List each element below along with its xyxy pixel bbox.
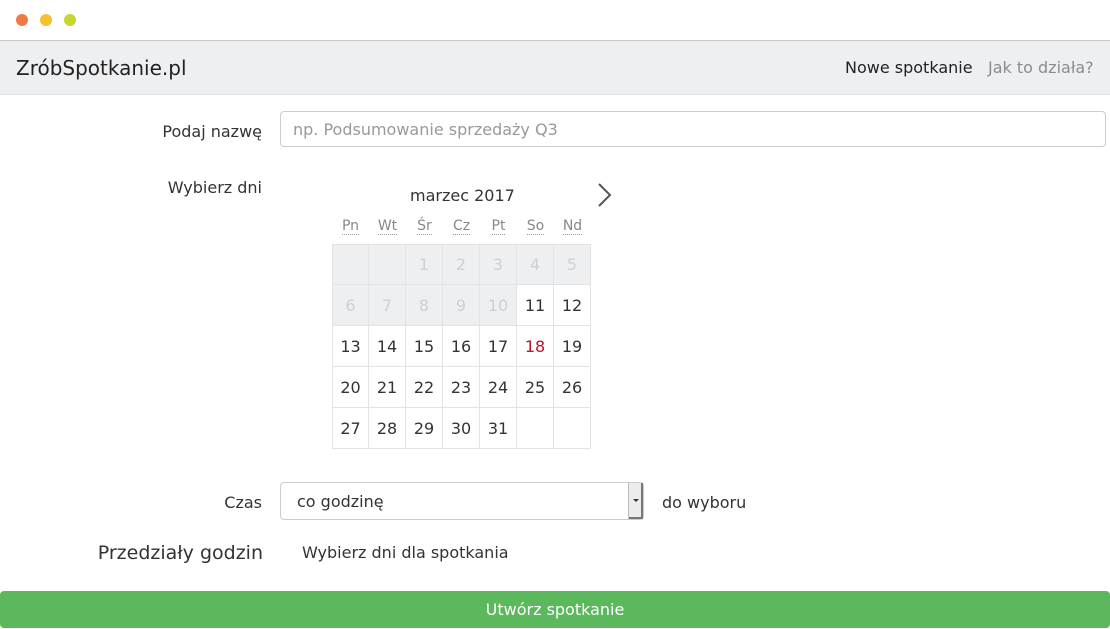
nav-new-meeting[interactable]: Nowe spotkanie bbox=[845, 58, 973, 77]
calendar-day[interactable]: 18 bbox=[517, 326, 554, 367]
calendar-empty-cell bbox=[517, 408, 554, 449]
time-suffix: do wyboru bbox=[662, 493, 747, 512]
maximize-window-icon[interactable] bbox=[64, 14, 76, 26]
calendar-day[interactable]: 20 bbox=[332, 367, 369, 408]
calendar-day[interactable]: 19 bbox=[554, 326, 591, 367]
time-label: Czas bbox=[224, 493, 262, 512]
calendar-day[interactable]: 25 bbox=[517, 367, 554, 408]
caret-down-icon[interactable] bbox=[628, 483, 643, 519]
calendar-day[interactable]: 11 bbox=[517, 285, 554, 326]
weekday-header: Pt bbox=[491, 218, 506, 235]
calendar-day[interactable]: 26 bbox=[554, 367, 591, 408]
calendar-day[interactable]: 15 bbox=[406, 326, 443, 367]
weekday-header: Pn bbox=[341, 218, 360, 235]
calendar-day[interactable]: 23 bbox=[443, 367, 480, 408]
calendar-month-label: marzec 2017 bbox=[410, 186, 515, 205]
minimize-window-icon[interactable] bbox=[40, 14, 52, 26]
nav-how-it-works[interactable]: Jak to działa? bbox=[988, 58, 1094, 77]
calendar-day[interactable]: 13 bbox=[332, 326, 369, 367]
navbar: ZróbSpotkanie.pl Nowe spotkanie Jak to d… bbox=[0, 41, 1110, 95]
time-select-value: co godzinę bbox=[297, 492, 384, 511]
calendar-day[interactable]: 30 bbox=[443, 408, 480, 449]
calendar-day[interactable]: 17 bbox=[480, 326, 517, 367]
calendar-day[interactable]: 16 bbox=[443, 326, 480, 367]
chevron-right-icon[interactable] bbox=[594, 182, 616, 208]
time-select[interactable]: co godzinę bbox=[280, 482, 644, 520]
calendar-day: 4 bbox=[517, 244, 554, 285]
weekday-header: Śr bbox=[417, 218, 432, 235]
create-meeting-button[interactable]: Utwórz spotkanie bbox=[0, 591, 1110, 628]
calendar-day[interactable]: 14 bbox=[369, 326, 406, 367]
calendar-day[interactable]: 24 bbox=[480, 367, 517, 408]
calendar-day[interactable]: 27 bbox=[332, 408, 369, 449]
calendar-day[interactable]: 21 bbox=[369, 367, 406, 408]
brand-link[interactable]: ZróbSpotkanie.pl bbox=[16, 56, 187, 80]
calendar-day: 6 bbox=[332, 285, 369, 326]
window-titlebar bbox=[0, 0, 1110, 41]
weekday-header: Cz bbox=[452, 218, 471, 235]
days-label: Wybierz dni bbox=[167, 178, 262, 197]
close-window-icon[interactable] bbox=[16, 14, 28, 26]
calendar-day[interactable]: 29 bbox=[406, 408, 443, 449]
name-label: Podaj nazwę bbox=[162, 122, 262, 141]
calendar-day: 5 bbox=[554, 244, 591, 285]
calendar-day: 3 bbox=[480, 244, 517, 285]
meeting-name-input[interactable] bbox=[280, 111, 1106, 147]
calendar-day[interactable]: 22 bbox=[406, 367, 443, 408]
calendar-day: 7 bbox=[369, 285, 406, 326]
calendar-empty-cell bbox=[369, 244, 406, 285]
calendar-day[interactable]: 31 bbox=[480, 408, 517, 449]
calendar-empty-cell bbox=[554, 408, 591, 449]
calendar-day: 10 bbox=[480, 285, 517, 326]
intervals-text: Wybierz dni dla spotkania bbox=[302, 543, 509, 562]
calendar-day[interactable]: 28 bbox=[369, 408, 406, 449]
calendar-day: 9 bbox=[443, 285, 480, 326]
calendar-day: 1 bbox=[406, 244, 443, 285]
calendar-day[interactable]: 12 bbox=[554, 285, 591, 326]
intervals-label: Przedziały godzin bbox=[97, 542, 263, 564]
weekday-header: Nd bbox=[562, 218, 583, 235]
calendar-day: 2 bbox=[443, 244, 480, 285]
weekday-header: Wt bbox=[377, 218, 398, 235]
calendar-day: 8 bbox=[406, 285, 443, 326]
calendar-empty-cell bbox=[332, 244, 369, 285]
weekday-header: So bbox=[526, 218, 545, 235]
